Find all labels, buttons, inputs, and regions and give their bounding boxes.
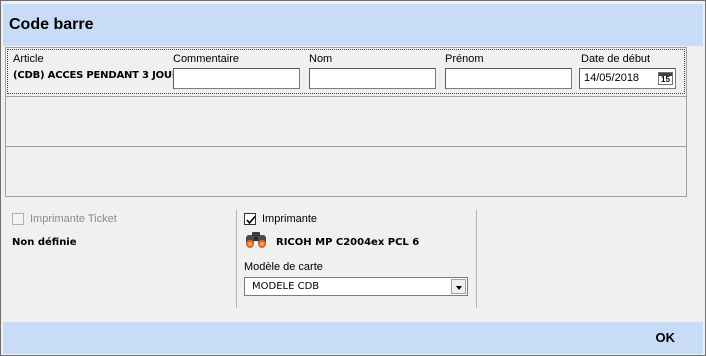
column-header-commentaire: Commentaire	[173, 53, 240, 65]
footer-bar: OK	[3, 322, 703, 354]
window-title: Code barre	[9, 16, 94, 33]
grid-row-empty[interactable]	[6, 97, 686, 147]
section-divider	[476, 210, 477, 308]
column-header-article: Article	[13, 53, 44, 65]
printer-checkbox[interactable]	[244, 213, 256, 225]
prenom-input[interactable]	[445, 68, 572, 89]
checkmark-icon	[246, 215, 256, 225]
grid-row-empty[interactable]	[6, 147, 686, 197]
card-model-select[interactable]: MODELE CDB	[244, 277, 468, 296]
column-header-prenom: Prénom	[445, 53, 484, 65]
grid-row[interactable]: Article Commentaire Nom Prénom Date de d…	[6, 48, 686, 97]
ticket-printer-value: Non définie	[12, 237, 77, 248]
section-divider	[236, 210, 237, 308]
date-debut-input[interactable]: 14/05/2018 15	[579, 68, 676, 89]
barcode-dialog: Code barre Article Commentaire Nom Préno…	[0, 0, 706, 356]
chevron-down-icon[interactable]	[451, 279, 466, 294]
nom-input[interactable]	[309, 68, 436, 89]
ticket-printer-label: Imprimante Ticket	[30, 213, 117, 225]
ticket-printer-checkbox[interactable]	[12, 213, 24, 225]
printer-label: Imprimante	[262, 213, 318, 225]
article-value: (CDB) ACCES PENDANT 3 JOUR	[13, 70, 180, 81]
card-model-value: MODELE CDB	[252, 281, 320, 292]
calendar-icon-day: 15	[661, 75, 670, 84]
binoculars-icon[interactable]	[244, 230, 268, 250]
column-header-nom: Nom	[309, 53, 333, 65]
article-grid: Article Commentaire Nom Prénom Date de d…	[5, 47, 687, 197]
card-model-label: Modèle de carte	[244, 261, 323, 273]
date-debut-value: 14/05/2018	[584, 72, 640, 84]
title-bar: Code barre	[3, 4, 703, 46]
calendar-icon[interactable]: 15	[658, 72, 673, 85]
column-header-date-debut: Date de début	[581, 53, 651, 65]
ok-button[interactable]: OK	[656, 330, 676, 345]
commentaire-input[interactable]	[173, 68, 300, 89]
printer-name: RICOH MP C2004ex PCL 6	[276, 237, 420, 248]
